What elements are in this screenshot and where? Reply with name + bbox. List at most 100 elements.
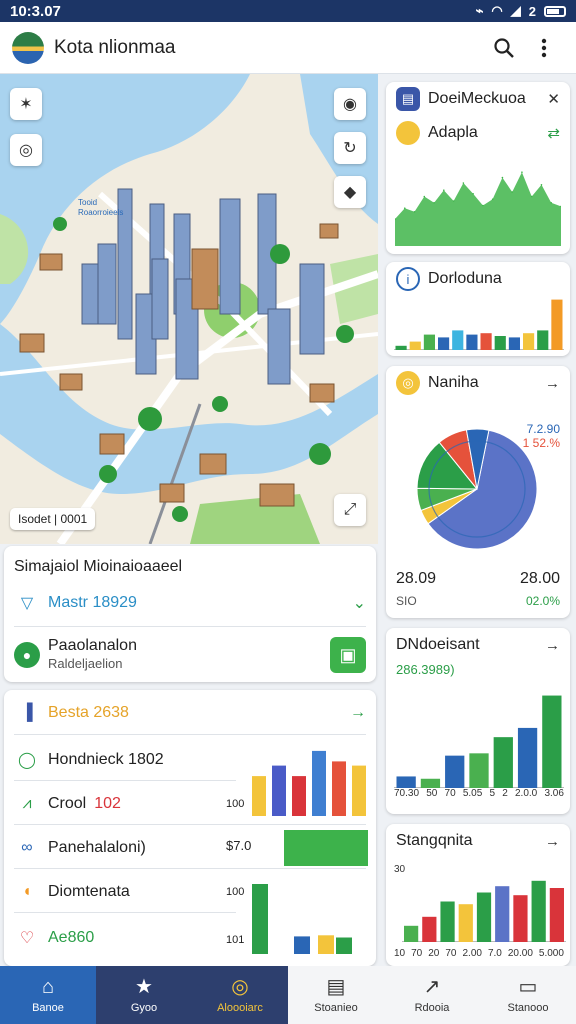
cell-icon: ◢ bbox=[510, 3, 521, 18]
map-illustration bbox=[0, 74, 378, 544]
arrow-right-icon[interactable]: → bbox=[545, 375, 560, 392]
bar bbox=[272, 765, 286, 816]
metrics-header[interactable]: ▐ Besta 2638 → bbox=[14, 700, 366, 726]
tools-icon[interactable]: ✶ bbox=[10, 88, 42, 120]
document-icon: ▤ bbox=[396, 87, 420, 111]
bar bbox=[531, 880, 546, 942]
bar bbox=[318, 935, 334, 954]
bar bbox=[422, 916, 437, 942]
bar bbox=[551, 299, 563, 350]
document-icon: ▤ bbox=[326, 976, 346, 998]
area-point bbox=[443, 189, 445, 191]
population-item[interactable]: ● Paaolanalon Raldeljaelion ▣ bbox=[14, 634, 366, 676]
x-tick-label: 70 bbox=[445, 948, 457, 959]
area-point bbox=[491, 198, 494, 200]
area-point bbox=[433, 202, 435, 204]
filter-select[interactable]: ▽ Mastr 18929 ⌄ bbox=[14, 590, 366, 616]
x-tick-label: 20 bbox=[428, 948, 440, 959]
panel-icon: ▭ bbox=[518, 976, 538, 998]
area-point bbox=[511, 191, 513, 193]
bar bbox=[469, 753, 489, 788]
bar bbox=[404, 925, 419, 942]
pie-foot-right-value: 28.00 bbox=[519, 570, 560, 587]
card-trend-subtitle: 286.3989) bbox=[396, 662, 455, 677]
area-point bbox=[423, 195, 426, 198]
pie-chart bbox=[416, 428, 538, 550]
x-tick-label: 3.06 bbox=[544, 788, 564, 799]
card-stats[interactable]: Stangqnita → 30 10 70 20 70 2.00 7.0 20.00 5.00… bbox=[386, 824, 570, 966]
area-series bbox=[395, 172, 561, 246]
metrics-header-label: Besta 2638 bbox=[48, 704, 129, 721]
x-tick-label: 5.05 bbox=[462, 788, 483, 799]
arrow-right-icon[interactable]: → bbox=[545, 833, 560, 850]
nav-item-explore[interactable]: ◎ Aloooiarc bbox=[192, 966, 288, 1024]
metric-row-value: 100 bbox=[226, 886, 245, 898]
nav-item-reports[interactable]: ↗ Rdooia bbox=[384, 966, 480, 1024]
card-trend-header: DNdoeisant → bbox=[386, 628, 570, 662]
area-point bbox=[482, 204, 484, 207]
card-overview-subheader: Adapla ⇄ bbox=[386, 116, 570, 150]
area-point bbox=[501, 176, 504, 179]
city-map[interactable]: Tooid Roaorroieels ✶ ◎ ◉ ↻ ◆ ⤢ Isodet | … bbox=[0, 74, 378, 544]
close-icon[interactable]: ✕ bbox=[547, 90, 560, 108]
nav-item-home[interactable]: ⌂ Banoe bbox=[0, 966, 96, 1024]
card-trend[interactable]: DNdoeisant → 286.3989) 70.30 50 70 5.05 5 2 2.… bbox=[386, 628, 570, 814]
x-tick-label: 70.30 bbox=[394, 788, 420, 799]
trend-x-axis: 70.30 50 70 5.05 5 2 2.0.0 3.06 bbox=[394, 788, 564, 799]
more-vert-icon[interactable] bbox=[524, 28, 564, 68]
bar bbox=[480, 333, 492, 350]
apple-icon: ♡ bbox=[19, 930, 35, 947]
nav-item-documents[interactable]: ▤ Stoanieo bbox=[288, 966, 384, 1024]
bar bbox=[395, 345, 407, 350]
nav-item-settings[interactable]: ▭ Stanooo bbox=[480, 966, 576, 1024]
star-icon: ★ bbox=[135, 976, 153, 998]
bar bbox=[396, 776, 416, 788]
bar bbox=[409, 341, 421, 350]
bar bbox=[352, 765, 366, 816]
bar bbox=[476, 892, 492, 942]
bar bbox=[423, 334, 435, 350]
card-distribution[interactable]: i Dorloduna bbox=[386, 262, 570, 356]
bottom-nav: ⌂ Banoe ★ Gyoo ◎ Aloooiarc ▤ Stoanieo ↗ … bbox=[0, 966, 576, 1024]
trend-icon[interactable]: ⇄ bbox=[547, 124, 560, 142]
location-pin-icon[interactable]: ◎ bbox=[10, 134, 42, 166]
metric-row-extra: 102 bbox=[94, 795, 121, 812]
bar bbox=[523, 333, 535, 350]
map-view-icon[interactable]: ▣ bbox=[330, 637, 366, 673]
rotate-icon[interactable]: ↻ bbox=[334, 132, 366, 164]
expand-icon[interactable]: ⤢ bbox=[334, 494, 366, 526]
metric-row-value: 101 bbox=[226, 934, 245, 946]
card-pie[interactable]: ◎ Naniha → 7.2.90 1 52.% 28.09 SIO 28.00… bbox=[386, 366, 570, 618]
metric-tick: 100 bbox=[226, 798, 245, 810]
x-tick-label: 2.0.0 bbox=[515, 788, 538, 799]
card-stats-title: Stangqnita bbox=[396, 832, 473, 849]
bar bbox=[420, 778, 441, 788]
chart-line-icon: ⩘ bbox=[22, 795, 32, 812]
nav-item-favorites[interactable]: ★ Gyoo bbox=[96, 966, 192, 1024]
compass-icon[interactable]: ◉ bbox=[334, 88, 366, 120]
card-trend-title: DNdoeisant bbox=[396, 636, 480, 653]
bar bbox=[549, 888, 564, 942]
metric-row-label: Panehalaloni) bbox=[48, 839, 146, 856]
bar bbox=[466, 334, 478, 350]
card-distribution-header: i Dorloduna bbox=[386, 262, 570, 296]
bar-chart-distribution bbox=[394, 299, 564, 350]
bar bbox=[336, 937, 352, 954]
battery-level: 2 bbox=[528, 3, 536, 19]
arrow-right-icon[interactable]: → bbox=[545, 637, 560, 654]
circle-icon bbox=[396, 121, 420, 145]
chart-icon: ↗ bbox=[423, 976, 441, 998]
layers-icon[interactable]: ◆ bbox=[334, 176, 366, 208]
card-overview-subtitle: Adapla bbox=[428, 124, 478, 141]
app-bar: Kota nlionmaa bbox=[0, 22, 576, 74]
card-overview[interactable]: ▤ DoeiMeckuoa ✕ Adapla ⇄ bbox=[386, 82, 570, 254]
pie-foot-left-value: 28.09 bbox=[396, 570, 437, 587]
area-point bbox=[540, 184, 543, 186]
search-icon[interactable] bbox=[484, 28, 524, 68]
metrics-bar-chart bbox=[252, 750, 368, 954]
app-logo bbox=[12, 31, 44, 64]
x-tick-label: 5.000 bbox=[538, 948, 564, 959]
area-point bbox=[521, 171, 523, 173]
wifi-icon: ◠ bbox=[491, 3, 503, 18]
chevron-down-icon: ⌄ bbox=[352, 595, 366, 612]
